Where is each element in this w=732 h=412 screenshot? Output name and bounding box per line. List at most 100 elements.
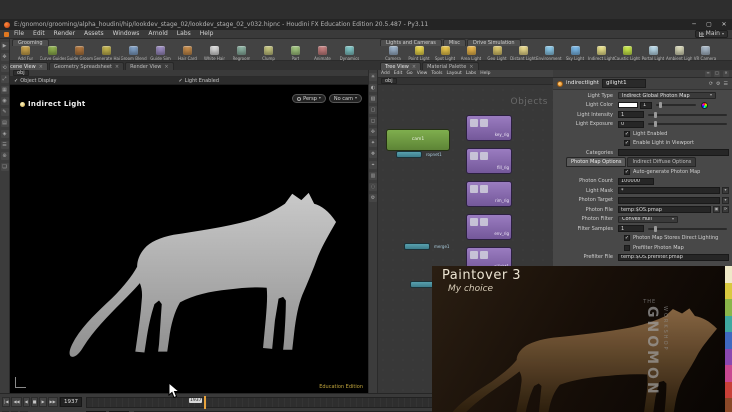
slider-handle[interactable] <box>659 102 663 109</box>
shelf-tool[interactable]: Groom Blend <box>120 46 147 61</box>
shelf-tool[interactable]: Spot Light <box>432 46 458 61</box>
auto-generate-checkbox[interactable]: ✓ <box>624 168 630 175</box>
chevron-down-icon[interactable]: ▾ <box>722 187 729 195</box>
header-icon[interactable]: ⚙ <box>716 81 720 87</box>
photon-file-field[interactable]: temp:$OS.pmap <box>618 206 711 214</box>
toolbar-icon[interactable]: ⊕ <box>0 152 9 160</box>
menu-item[interactable]: Assets <box>84 30 104 37</box>
shelf-tab[interactable]: Misc <box>442 39 466 46</box>
light-type-dropdown[interactable]: Indirect Global Photon Map ▾ <box>618 92 716 100</box>
toolbar-icon[interactable]: ☰ <box>0 141 9 149</box>
network-menu-item[interactable]: Labs <box>466 71 476 76</box>
toolbar-icon[interactable]: ▶ <box>0 42 9 50</box>
display-option-icon[interactable]: ⚙ <box>369 194 377 202</box>
display-option-icon[interactable]: ▢ <box>369 106 377 114</box>
header-icon[interactable]: ☰ <box>724 81 728 87</box>
display-option-icon[interactable]: ⌖ <box>369 161 377 169</box>
light-enabled-checkbox[interactable]: ✓ <box>624 130 630 137</box>
shelf-tab[interactable]: Drive Simulation <box>466 39 521 46</box>
menu-item[interactable]: Render <box>54 30 75 37</box>
network-node-flat[interactable]: merge1 <box>404 243 449 250</box>
maximize-button[interactable]: ▢ <box>705 21 713 28</box>
toolbar-icon[interactable]: ✎ <box>0 108 9 116</box>
network-menu-item[interactable]: Edit <box>394 71 403 76</box>
prefilter-file-field[interactable]: temp:$OS.prefilter.pmap <box>618 253 729 261</box>
color-wheel-icon[interactable] <box>701 101 708 109</box>
network-node-flat[interactable]: ropnet1 <box>396 151 442 158</box>
light-color-swatch[interactable] <box>618 102 638 109</box>
light-exposure-slider[interactable] <box>648 121 727 128</box>
transport-button[interactable]: ▶ <box>39 397 47 407</box>
transport-button[interactable]: ◀ <box>22 397 30 407</box>
toolbar-icon[interactable]: ⤢ <box>0 75 9 83</box>
close-icon[interactable]: × <box>164 64 168 70</box>
menu-item[interactable]: Windows <box>113 30 140 37</box>
file-chooser-icon[interactable]: ▣ <box>713 206 720 214</box>
prefilter-checkbox[interactable] <box>624 244 630 251</box>
close-icon[interactable]: × <box>412 64 416 70</box>
shelf-tool[interactable]: Sky Light <box>562 46 588 61</box>
categories-field[interactable] <box>618 149 729 157</box>
tab-indirect-diffuse-options[interactable]: Indirect Diffuse Options <box>627 157 697 168</box>
network-menu-item[interactable]: Help <box>480 71 490 76</box>
network-node-light[interactable]: key_rig <box>466 115 512 141</box>
shelf-tool[interactable]: Animate <box>309 46 336 61</box>
close-icon[interactable]: × <box>115 64 119 70</box>
network-menu-item[interactable]: Go <box>406 71 412 76</box>
transport-button[interactable]: |◀ <box>2 397 11 407</box>
photon-target-field[interactable] <box>618 196 720 204</box>
shelf-tool[interactable]: Add Fur <box>12 46 39 61</box>
light-intensity-field[interactable]: 1 <box>618 111 644 119</box>
pane-tab[interactable]: Geometry Spreadsheet × <box>48 62 125 70</box>
menu-item[interactable]: File <box>14 30 24 37</box>
network-node-light[interactable]: env_rig <box>466 214 512 240</box>
shelf-tool[interactable]: Dynamics <box>336 46 363 61</box>
photon-filter-dropdown[interactable]: Convex Hull ▾ <box>618 215 678 223</box>
shelf-tab[interactable]: Lights and Cameras <box>380 39 442 46</box>
camera-select-button[interactable]: No cam ▾ <box>328 94 362 103</box>
pane-control-icon[interactable]: □ <box>714 70 720 77</box>
pane-tab[interactable]: Tree View × <box>380 62 422 70</box>
viewport-path-chip[interactable]: obj <box>13 70 29 76</box>
network-node-camera[interactable]: cam1 <box>386 129 450 151</box>
minimize-button[interactable]: ─ <box>690 21 698 28</box>
toolbar-icon[interactable]: ❏ <box>0 163 9 171</box>
light-color-value-field[interactable]: 1 <box>640 101 652 109</box>
shelf-tool[interactable]: Hair Card <box>174 46 201 61</box>
light-enabled-toggle[interactable]: ✓ Light Enabled <box>179 78 219 84</box>
display-option-icon[interactable]: ▧ <box>369 95 377 103</box>
photon-count-field[interactable]: 100000 <box>618 177 654 185</box>
close-icon[interactable]: × <box>469 64 473 70</box>
cat-model[interactable] <box>55 158 347 370</box>
shelf-tool[interactable]: Curve Guides <box>39 46 66 61</box>
shelf-tool[interactable]: Caustic Light <box>614 46 640 61</box>
slider-handle[interactable] <box>654 111 658 118</box>
display-option-icon[interactable]: ◐ <box>369 84 377 92</box>
slider-handle[interactable] <box>654 121 658 128</box>
shelf-tool[interactable]: VR Camera <box>692 46 718 61</box>
network-node-light[interactable]: rim_rig <box>466 181 512 207</box>
filter-samples-slider[interactable] <box>648 225 727 232</box>
network-menu-item[interactable]: Layout <box>446 71 461 76</box>
toolbar-icon[interactable]: ◉ <box>0 97 9 105</box>
network-node-light[interactable]: fill_rig <box>466 148 512 174</box>
stores-direct-checkbox[interactable]: ✓ <box>624 235 630 242</box>
shelf-tool[interactable]: Indirect Light <box>588 46 614 61</box>
network-menu-item[interactable]: Add <box>381 71 390 76</box>
filter-samples-field[interactable]: 1 <box>618 225 644 233</box>
light-intensity-slider[interactable] <box>648 111 727 118</box>
desktop-selector[interactable]: Main ▾ <box>694 30 728 38</box>
shelf-tool[interactable]: Area Light <box>458 46 484 61</box>
light-exposure-field[interactable]: 0 <box>618 120 644 128</box>
shelf-tool[interactable]: White Hair <box>201 46 228 61</box>
light-mask-field[interactable]: * <box>618 187 720 195</box>
toolbar-icon[interactable]: ⟲ <box>0 64 9 72</box>
menu-item[interactable]: Edit <box>33 30 45 37</box>
shelf-tool[interactable]: Clump <box>255 46 282 61</box>
pane-tab[interactable]: Material Palette × <box>422 62 479 70</box>
close-button[interactable]: ✕ <box>720 21 728 28</box>
toolbar-icon[interactable]: ▤ <box>0 119 9 127</box>
network-menu-item[interactable]: View <box>417 71 428 76</box>
shelf-tool[interactable]: Part <box>282 46 309 61</box>
display-option-icon[interactable]: ◻ <box>369 117 377 125</box>
